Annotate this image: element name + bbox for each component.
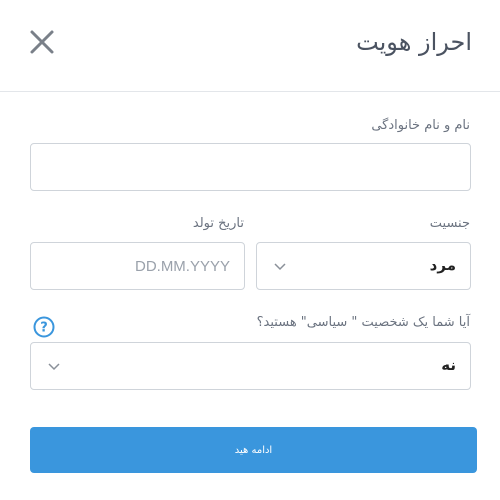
birth-date-label: تاریخ تولد	[192, 216, 244, 231]
close-icon[interactable]	[28, 28, 56, 56]
gender-select[interactable]: مرد	[256, 242, 471, 290]
pep-select[interactable]: نه	[30, 342, 471, 390]
header: احراز هویت	[0, 0, 500, 92]
gender-label: جنسیت	[429, 216, 470, 231]
question-circle-icon[interactable]: ?	[33, 316, 55, 338]
name-label: نام و نام خانوادگی	[371, 118, 470, 133]
name-field-box	[30, 143, 471, 191]
pep-label: آیا شما یک شخصیت " سیاسی" هستید؟	[256, 315, 470, 330]
gender-value: مرد	[429, 256, 456, 274]
page-title: احراز هویت	[356, 28, 472, 56]
name-input[interactable]	[31, 144, 470, 190]
chevron-down-icon	[274, 263, 286, 271]
birth-date-field-box	[30, 242, 245, 290]
birth-date-input[interactable]	[31, 243, 244, 289]
chevron-down-icon	[48, 363, 60, 371]
continue-button[interactable]: ادامه هید	[30, 427, 477, 473]
svg-text:?: ?	[40, 321, 48, 336]
pep-value: نه	[441, 356, 456, 374]
